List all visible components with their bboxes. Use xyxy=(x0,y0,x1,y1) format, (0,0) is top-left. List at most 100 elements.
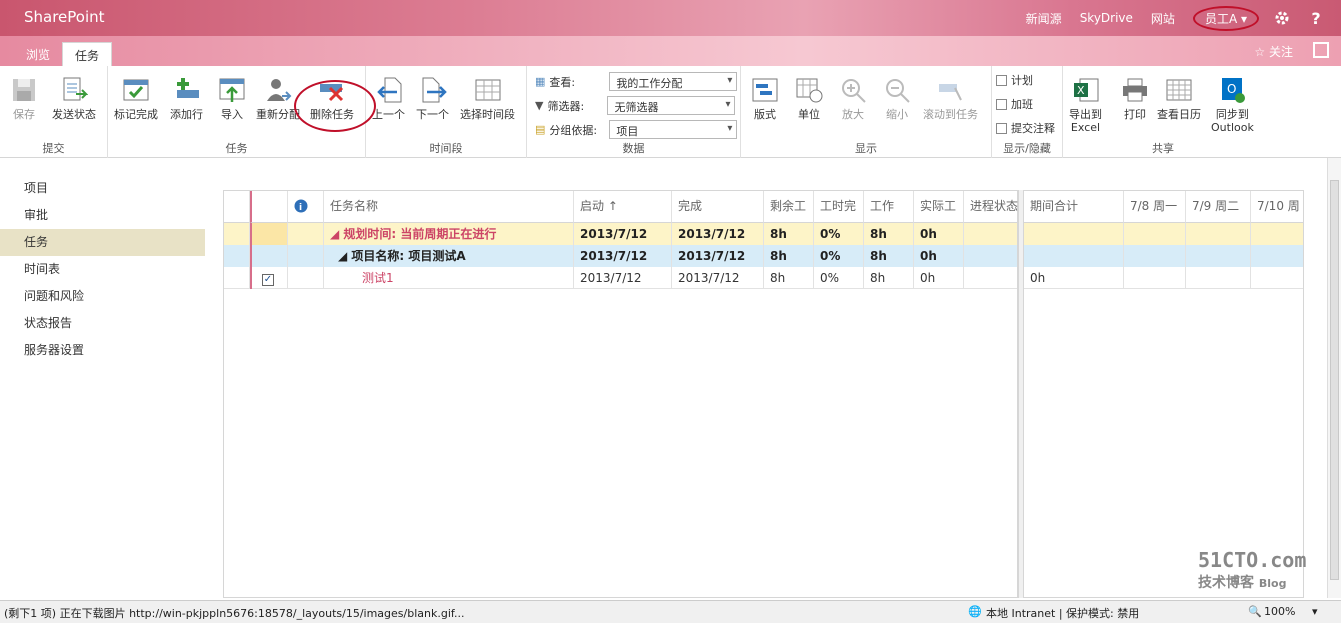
help-icon[interactable]: ? xyxy=(1307,9,1325,28)
tab-task[interactable]: 任务 xyxy=(62,42,113,66)
table-row[interactable]: ✓ 测试1 2013/7/12 2013/7/12 8h 0% 8h 0h xyxy=(224,267,1019,289)
row-checkbox-cell[interactable] xyxy=(250,223,288,245)
timesheet-row[interactable] xyxy=(1024,245,1303,267)
tab-browse[interactable]: 浏览 xyxy=(14,42,62,66)
row-selector[interactable] xyxy=(224,267,250,289)
col-remaining[interactable]: 剩余工 xyxy=(764,191,814,223)
row-selector[interactable] xyxy=(224,245,250,267)
day-cell[interactable] xyxy=(1124,245,1186,267)
nav-item-approvals[interactable]: 审批 xyxy=(0,202,205,229)
col-work[interactable]: 工作 xyxy=(864,191,914,223)
status-cell[interactable] xyxy=(964,223,1019,245)
previous-period-button[interactable]: 上一个 xyxy=(372,76,405,121)
work-cell[interactable]: 8h xyxy=(864,267,914,289)
work-cell[interactable]: 8h xyxy=(864,223,914,245)
remaining-cell[interactable]: 8h xyxy=(764,223,814,245)
user-menu[interactable]: 员工A ▾ xyxy=(1192,5,1259,31)
day-cell[interactable] xyxy=(1124,267,1186,289)
newsfeed-link[interactable]: 新闻源 xyxy=(1026,10,1062,27)
day-cell[interactable] xyxy=(1186,245,1251,267)
zoom-in-button[interactable]: 放大 xyxy=(839,76,867,121)
col-period-total[interactable]: 期间合计 xyxy=(1024,191,1124,223)
col-status[interactable]: 进程状态 xyxy=(964,191,1019,223)
col-pct-complete[interactable]: 工时完 xyxy=(814,191,864,223)
day-cell[interactable] xyxy=(1124,223,1186,245)
status-cell[interactable] xyxy=(964,245,1019,267)
status-cell[interactable] xyxy=(964,267,1019,289)
actual-cell[interactable]: 0h xyxy=(914,245,964,267)
layout-button[interactable]: 版式 xyxy=(751,76,779,121)
scrollbar-thumb[interactable] xyxy=(1330,180,1339,580)
zoom-dropdown-icon[interactable]: ▾ xyxy=(1312,605,1318,618)
col-task-name[interactable]: 任务名称 xyxy=(324,191,574,223)
nav-item-timesheet[interactable]: 时间表 xyxy=(0,256,205,283)
save-button[interactable]: 保存 xyxy=(10,76,38,121)
col-day[interactable]: 7/8 周一 xyxy=(1124,191,1186,223)
row-checkbox-cell[interactable]: ✓ xyxy=(250,267,288,289)
zoom-out-button[interactable]: 缩小 xyxy=(883,76,911,121)
start-cell[interactable]: 2013/7/12 xyxy=(574,245,672,267)
table-row[interactable]: ◢ 规划时间: 当前周期正在进行 2013/7/12 2013/7/12 8h … xyxy=(224,223,1019,245)
submit-notes-checkbox[interactable]: 提交注释 xyxy=(996,120,1055,136)
checkbox[interactable] xyxy=(996,122,1007,134)
vertical-scrollbar[interactable] xyxy=(1327,158,1341,598)
import-button[interactable]: 导入 xyxy=(218,76,246,121)
mark-complete-button[interactable]: 标记完成 xyxy=(114,76,158,121)
pct-cell[interactable]: 0% xyxy=(814,245,864,267)
view-select[interactable]: 我的工作分配 xyxy=(609,72,738,91)
day-cell[interactable] xyxy=(1186,223,1251,245)
print-button[interactable]: 打印 xyxy=(1121,76,1149,121)
checked-checkbox[interactable]: ✓ xyxy=(262,274,274,286)
select-period-button[interactable]: 选择时间段 xyxy=(460,76,515,121)
start-cell[interactable]: 2013/7/12 xyxy=(574,223,672,245)
nav-item-status-reports[interactable]: 状态报告 xyxy=(0,310,205,337)
col-finish[interactable]: 完成 xyxy=(672,191,764,223)
pct-cell[interactable]: 0% xyxy=(814,223,864,245)
checkbox[interactable] xyxy=(996,74,1007,86)
gear-icon[interactable] xyxy=(1273,9,1291,27)
checkbox[interactable] xyxy=(996,98,1007,110)
work-cell[interactable]: 8h xyxy=(864,245,914,267)
filter-select[interactable]: 无筛选器 xyxy=(607,96,736,115)
period-total-cell[interactable] xyxy=(1024,245,1124,267)
focus-content-icon[interactable] xyxy=(1313,42,1329,58)
remaining-cell[interactable]: 8h xyxy=(764,245,814,267)
col-day[interactable]: 7/9 周二 xyxy=(1186,191,1251,223)
period-total-cell[interactable] xyxy=(1024,223,1124,245)
plan-checkbox[interactable]: 计划 xyxy=(996,72,1033,88)
reassign-button[interactable]: 重新分配 xyxy=(256,76,300,121)
table-row[interactable]: ◢ 项目名称: 项目测试A 2013/7/12 2013/7/12 8h 0% … xyxy=(224,245,1019,267)
timesheet-row[interactable]: 0h xyxy=(1024,267,1303,289)
sites-link[interactable]: 网站 xyxy=(1151,10,1175,27)
security-zone[interactable]: 本地 Intranet | 保护模式: 禁用 xyxy=(986,605,1139,621)
scroll-to-task-button[interactable]: 滚动到任务 xyxy=(923,76,978,121)
units-button[interactable]: 单位 xyxy=(795,76,823,121)
timesheet-row[interactable] xyxy=(1024,223,1303,245)
row-checkbox-cell[interactable] xyxy=(250,245,288,267)
task-name-cell[interactable]: 测试1 xyxy=(324,267,574,289)
col-day[interactable]: 7/10 周 xyxy=(1251,191,1304,223)
col-start[interactable]: 启动 ↑ xyxy=(574,191,672,223)
add-row-button[interactable]: 添加行 xyxy=(170,76,203,121)
day-cell[interactable] xyxy=(1186,267,1251,289)
day-cell[interactable] xyxy=(1251,223,1304,245)
finish-cell[interactable]: 2013/7/12 xyxy=(672,267,764,289)
group-by-select[interactable]: 项目 xyxy=(609,120,738,139)
remaining-cell[interactable]: 8h xyxy=(764,267,814,289)
zoom-level[interactable]: 100% xyxy=(1264,605,1295,618)
pct-cell[interactable]: 0% xyxy=(814,267,864,289)
finish-cell[interactable]: 2013/7/12 xyxy=(672,223,764,245)
export-excel-button[interactable]: X 导出到 Excel xyxy=(1069,76,1102,134)
actual-cell[interactable]: 0h xyxy=(914,267,964,289)
send-status-button[interactable]: 发送状态 xyxy=(52,76,96,121)
nav-item-issues-risks[interactable]: 问题和风险 xyxy=(0,283,205,310)
follow-button[interactable]: ☆ 关注 xyxy=(1254,43,1293,60)
start-cell[interactable]: 2013/7/12 xyxy=(574,267,672,289)
day-cell[interactable] xyxy=(1251,245,1304,267)
task-name-cell[interactable]: ◢ 规划时间: 当前周期正在进行 xyxy=(324,223,574,245)
sync-outlook-button[interactable]: O 同步到 Outlook xyxy=(1211,76,1254,134)
task-name-cell[interactable]: ◢ 项目名称: 项目测试A xyxy=(324,245,574,267)
finish-cell[interactable]: 2013/7/12 xyxy=(672,245,764,267)
row-selector[interactable] xyxy=(224,223,250,245)
nav-item-projects[interactable]: 项目 xyxy=(0,175,205,202)
